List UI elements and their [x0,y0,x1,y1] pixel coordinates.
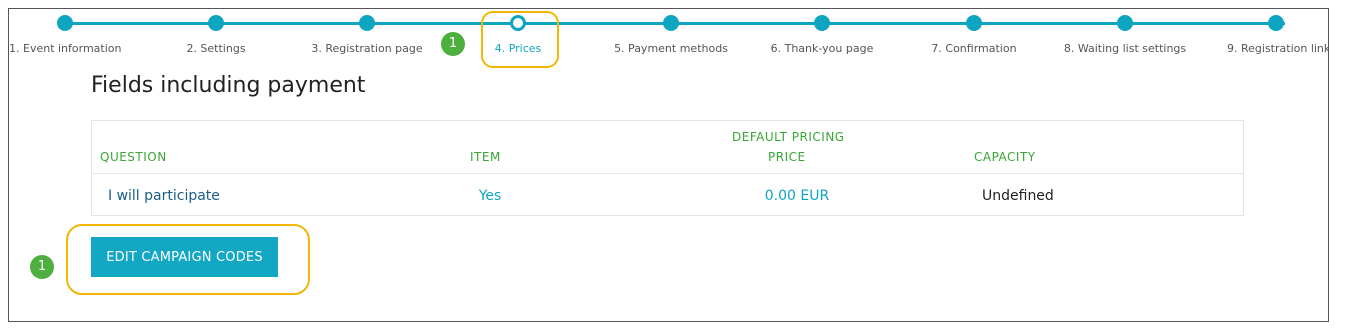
wizard-step-confirmation[interactable]: 7. Confirmation [889,15,1059,55]
wizard-step-payment-methods[interactable]: 5. Payment methods [586,15,756,55]
wizard-step-label: 7. Confirmation [931,42,1017,55]
column-header-item: ITEM [470,150,501,164]
step-dot-icon [208,15,224,31]
step-dot-icon [663,15,679,31]
column-header-price: PRICE [768,150,806,164]
wizard-step-label: 5. Payment methods [614,42,728,55]
step-dot-icon [1117,15,1133,31]
wizard-step-label: 1. Event information [9,42,122,55]
wizard-step-label: 8. Waiting list settings [1063,42,1187,55]
wizard-step-registration-link[interactable]: 9. Registration link [1227,15,1329,55]
column-header-default-pricing: DEFAULT PRICING [732,130,845,144]
step-dot-icon [966,15,982,31]
annotation-badge-bottom: 1 [30,255,54,279]
highlight-box-prices-step [481,11,559,68]
step-dot-icon [814,15,830,31]
column-header-capacity: CAPACITY [974,150,1036,164]
step-dot-icon [1268,15,1284,31]
wizard-step-event-information[interactable]: 1. Event information [9,15,122,55]
step-dot-icon [57,15,73,31]
wizard-step-label: 3. Registration page [311,42,423,55]
step-dot-icon [359,15,375,31]
question-link[interactable]: I will participate [108,188,220,204]
app-frame: 1. Event information 2. Settings 3. Regi… [8,8,1329,322]
column-header-question: QUESTION [100,150,167,164]
wizard-step-label: 6. Thank-you page [770,42,874,55]
payment-fields-table: QUESTION ITEM DEFAULT PRICING PRICE CAPA… [91,120,1244,216]
annotation-badge-top: 1 [441,32,465,56]
header-divider [92,173,1243,174]
wizard-step-label: 2. Settings [186,42,246,55]
price-value[interactable]: 0.00 EUR [747,188,847,204]
edit-campaign-codes-button[interactable]: EDIT CAMPAIGN CODES [91,237,278,277]
item-value[interactable]: Yes [470,188,510,204]
wizard-step-settings[interactable]: 2. Settings [131,15,301,55]
wizard-step-registration-page[interactable]: 3. Registration page [282,15,452,55]
section-title: Fields including payment [91,73,366,98]
wizard-step-thank-you-page[interactable]: 6. Thank-you page [737,15,907,55]
wizard-step-label: 9. Registration link [1227,42,1329,55]
wizard-step-waiting-list-settings[interactable]: 8. Waiting list settings [1040,15,1210,55]
capacity-value: Undefined [982,188,1054,204]
